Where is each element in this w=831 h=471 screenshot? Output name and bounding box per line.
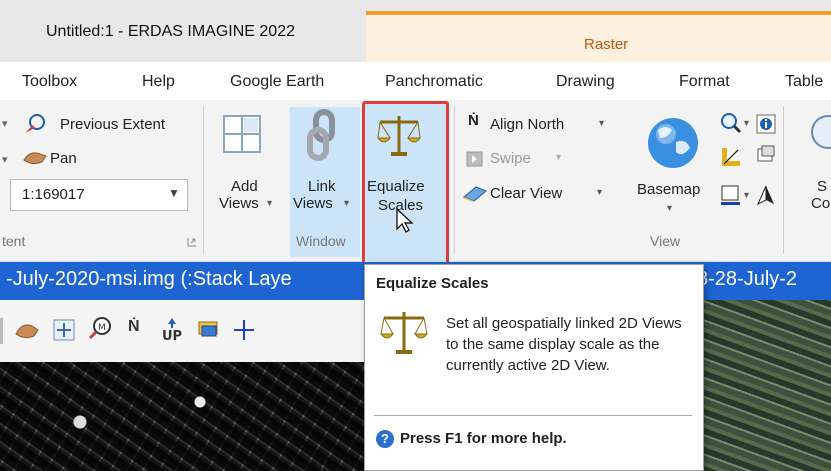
s-partial-line2[interactable]: Co bbox=[811, 195, 830, 212]
equalize-scales-line1[interactable]: Equalize bbox=[367, 178, 425, 195]
add-views-line1[interactable]: Add bbox=[231, 178, 258, 195]
satellite-image-left[interactable] bbox=[0, 362, 370, 471]
fill-color-icon[interactable] bbox=[720, 184, 742, 206]
eraser-icon bbox=[463, 186, 487, 202]
chevron-down-icon: ▾ bbox=[344, 198, 350, 209]
properties-icon[interactable] bbox=[756, 144, 776, 164]
window-group-label: Window bbox=[296, 233, 346, 249]
add-views-button[interactable]: Views bbox=[219, 195, 259, 212]
magnifier-icon[interactable] bbox=[720, 112, 742, 134]
mouse-cursor-icon bbox=[396, 207, 414, 233]
chevron-down-icon[interactable]: ▼ bbox=[168, 186, 180, 200]
zoom-icon[interactable]: M bbox=[88, 316, 114, 342]
north-arrow-icon[interactable]: Ṅ bbox=[128, 318, 140, 336]
align-north-button[interactable]: Align North bbox=[490, 116, 564, 133]
basemap-button[interactable]: Basemap bbox=[637, 181, 700, 198]
chevron-down-icon: ▾ bbox=[267, 198, 273, 209]
swipe-button[interactable]: Swipe bbox=[490, 150, 531, 167]
scales-balance-icon bbox=[376, 116, 422, 156]
tab-drawing[interactable]: Drawing bbox=[556, 73, 615, 91]
pan-button[interactable]: Pan bbox=[50, 150, 77, 167]
group-separator bbox=[454, 106, 455, 254]
previous-extent-button[interactable]: Previous Extent bbox=[60, 116, 165, 133]
tab-format[interactable]: Format bbox=[679, 73, 730, 91]
chevron-down-icon: ▾ bbox=[597, 187, 603, 198]
group-separator bbox=[783, 106, 784, 254]
viewer-title-right: 8-28-July-2 bbox=[697, 268, 798, 290]
svg-text:M: M bbox=[98, 323, 106, 333]
globe-icon bbox=[648, 118, 698, 168]
chevron-down-icon: ▾ bbox=[2, 154, 8, 166]
tooltip-divider bbox=[374, 415, 692, 416]
tooltip-description: Set all geospatially linked 2D Views to … bbox=[446, 315, 682, 374]
tab-help[interactable]: Help bbox=[142, 73, 175, 91]
layers-icon[interactable] bbox=[196, 318, 222, 342]
pan-hand-icon[interactable] bbox=[14, 318, 40, 344]
svg-text:UP: UP bbox=[162, 329, 182, 344]
info-icon[interactable] bbox=[756, 114, 776, 134]
link-views-line1[interactable]: Link bbox=[308, 178, 336, 195]
chevron-down-icon: ▾ bbox=[599, 118, 605, 129]
tab-panchromatic[interactable]: Panchromatic bbox=[385, 73, 483, 91]
dialog-launcher-icon[interactable] bbox=[187, 237, 197, 247]
crosshair-icon[interactable] bbox=[232, 318, 258, 342]
chevron-down-icon: ▾ bbox=[667, 203, 673, 214]
group-separator bbox=[203, 106, 204, 254]
window-title: Untitled:1 - ERDAS IMAGINE 2022 bbox=[46, 23, 295, 40]
tooltip-title: Equalize Scales bbox=[376, 275, 489, 292]
satellite-image-right[interactable] bbox=[700, 300, 831, 471]
viewer-title-left: -July-2020-msi.img (:Stack Laye bbox=[6, 268, 292, 290]
scale-value: 1:169017 bbox=[22, 186, 85, 203]
extent-group-label: tent bbox=[2, 233, 26, 249]
measure-icon[interactable] bbox=[720, 146, 742, 168]
tab-toolbox[interactable]: Toolbox bbox=[22, 73, 77, 91]
link-views-button[interactable]: Views bbox=[293, 195, 333, 212]
chevron-down-icon: ▾ bbox=[744, 118, 750, 129]
pan-hand-icon bbox=[23, 152, 47, 165]
scales-balance-icon bbox=[379, 312, 429, 354]
scale-tool-icon bbox=[811, 115, 831, 149]
s-partial-line1[interactable]: S bbox=[817, 178, 827, 195]
toolbar-edge bbox=[0, 318, 3, 344]
view-group-label: View bbox=[650, 233, 681, 249]
clear-view-button[interactable]: Clear View bbox=[490, 185, 562, 202]
swipe-icon bbox=[466, 151, 483, 167]
tab-raster-context[interactable]: Raster bbox=[584, 36, 628, 53]
tooltip-help: Press F1 for more help. bbox=[400, 430, 567, 447]
tab-google-earth[interactable]: Google Earth bbox=[230, 73, 324, 91]
fit-extent-icon[interactable] bbox=[52, 318, 76, 342]
tab-table[interactable]: Table bbox=[785, 73, 823, 91]
help-icon: ? bbox=[376, 430, 394, 448]
link-chain-icon bbox=[307, 109, 335, 161]
up-icon[interactable]: UP bbox=[158, 316, 186, 344]
chevron-down-icon: ▾ bbox=[556, 152, 562, 163]
add-views-icon bbox=[223, 115, 261, 153]
chevron-down-icon: ▾ bbox=[2, 118, 8, 130]
north-arrow-icon: Ṅ bbox=[468, 112, 479, 129]
north-triangle-icon bbox=[756, 185, 774, 206]
previous-extent-icon bbox=[25, 114, 45, 133]
chevron-down-icon: ▾ bbox=[744, 190, 750, 201]
